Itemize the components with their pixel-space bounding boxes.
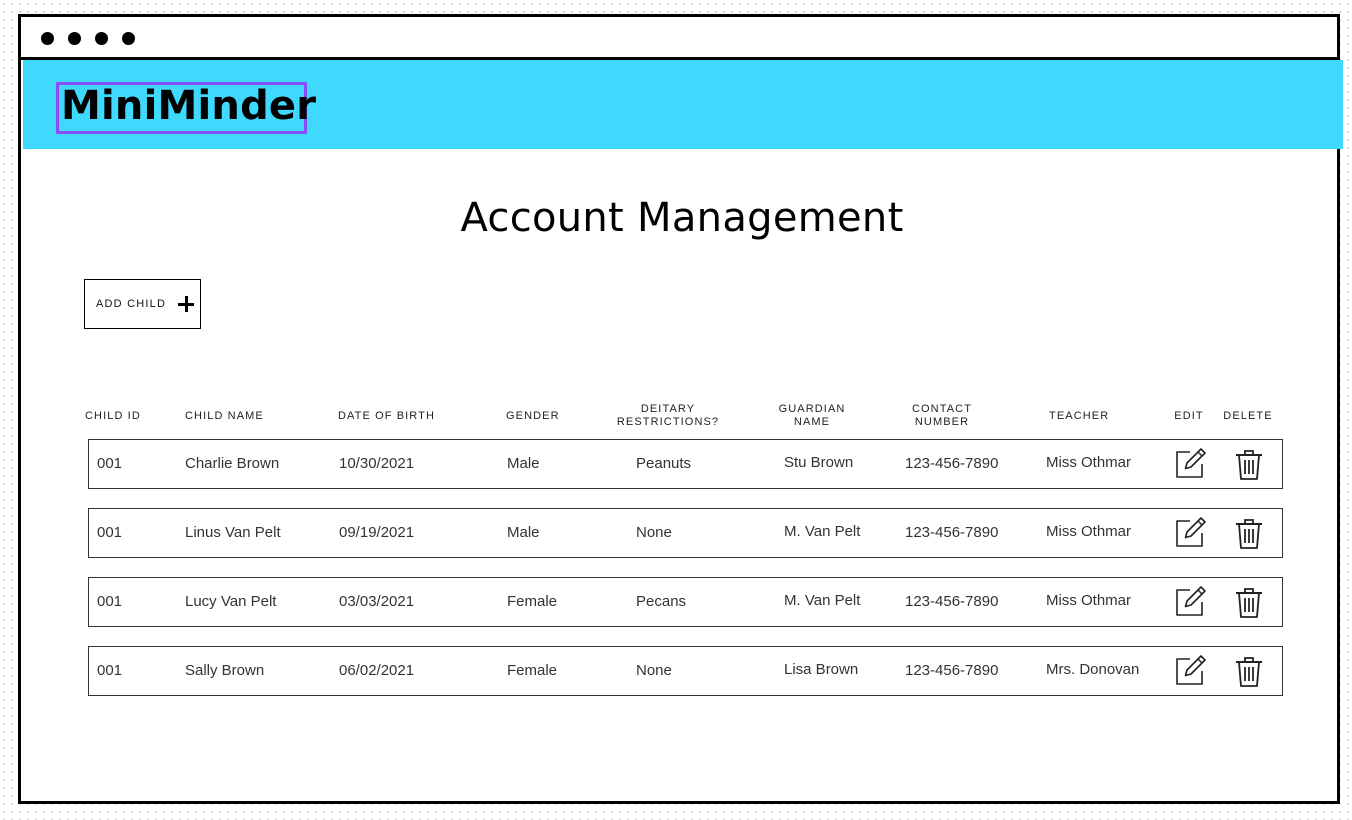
trash-icon[interactable] — [1231, 653, 1267, 689]
app-logo: MiniMinder — [61, 83, 317, 129]
cell-dob: 06/02/2021 — [339, 662, 415, 679]
column-header-line: TEACHER — [1049, 410, 1110, 422]
column-header-line: DELETE — [1223, 410, 1273, 422]
column-header-line: NAME — [793, 416, 831, 428]
logo-link[interactable]: MiniMinder — [56, 82, 316, 134]
cell-teacher: Mrs. Donovan — [1046, 661, 1140, 678]
cell-dob: 10/30/2021 — [339, 455, 415, 472]
table-row: 001 Lucy Van Pelt 03/03/2021 Female Pecans M.… — [88, 577, 1283, 627]
cell-teacher: Miss Othmar — [1046, 592, 1132, 609]
column-header-teacher: TEACHER — [1049, 410, 1109, 423]
column-header-child-name: CHILD NAME — [185, 410, 264, 423]
column-header-guardian: GUARDIAN NAME — [752, 403, 872, 429]
cell-dietary: Pecans — [636, 593, 687, 610]
cell-teacher: Miss Othmar — [1046, 454, 1132, 471]
table-row: 001 Sally Brown 06/02/2021 Female None Lisa B… — [88, 646, 1283, 696]
cell-contact: 123-456-7890 — [905, 662, 999, 679]
trash-icon[interactable] — [1231, 515, 1267, 551]
cell-guardian: Lisa Brown — [784, 661, 859, 678]
column-header-dob: DATE OF BIRTH — [338, 410, 435, 423]
cell-dietary: Peanuts — [636, 455, 692, 472]
cell-contact: 123-456-7890 — [905, 593, 999, 610]
edit-icon[interactable] — [1172, 584, 1208, 620]
app-header: MiniMinder — [23, 60, 1343, 149]
add-child-label: ADD CHILD — [96, 298, 167, 310]
cell-teacher: Miss Othmar — [1046, 523, 1132, 540]
cell-guardian: Stu Brown — [784, 454, 854, 471]
cell-child-id: 001 — [97, 524, 123, 541]
plus-icon — [178, 296, 195, 312]
cell-guardian: M. Van Pelt — [784, 592, 861, 609]
cell-dietary: None — [636, 524, 672, 541]
column-header-line: CHILD ID — [85, 410, 141, 422]
window-dot — [68, 32, 81, 45]
cell-dietary: None — [636, 662, 672, 679]
window-titlebar — [21, 17, 1337, 60]
cell-dob: 03/03/2021 — [339, 593, 415, 610]
cell-gender: Male — [507, 455, 540, 472]
cell-gender: Female — [507, 593, 558, 610]
column-header-line: GUARDIAN — [778, 403, 846, 415]
column-header-line: GENDER — [506, 410, 560, 422]
column-header-contact: CONTACT NUMBER — [882, 403, 1002, 429]
column-header-line: NUMBER — [914, 416, 970, 428]
column-header-delete: DELETE — [1188, 410, 1308, 423]
trash-icon[interactable] — [1231, 446, 1267, 482]
table-row: 001 Linus Van Pelt 09/19/2021 Male None M. Va… — [88, 508, 1283, 558]
edit-icon[interactable] — [1172, 515, 1208, 551]
edit-icon[interactable] — [1172, 653, 1208, 689]
cell-gender: Male — [507, 524, 540, 541]
page-title: Account Management — [460, 195, 904, 241]
column-header-gender: GENDER — [506, 410, 560, 423]
browser-window: MiniMinder Account Management ADD CHILD … — [18, 14, 1343, 804]
cell-child-name: Lucy Van Pelt — [185, 593, 277, 610]
cell-guardian: M. Van Pelt — [784, 523, 861, 540]
add-child-button[interactable]: ADD CHILD — [84, 279, 201, 329]
window-dots-icon — [41, 32, 135, 45]
column-header-line: RESTRICTIONS? — [616, 416, 720, 428]
window-dot — [41, 32, 54, 45]
cell-child-id: 001 — [97, 593, 123, 610]
table-row: 001 Charlie Brown 10/30/2021 Male Peanuts Stu… — [88, 439, 1283, 489]
column-header-child-id: CHILD ID — [85, 410, 141, 423]
cell-child-name: Sally Brown — [185, 662, 265, 679]
cell-child-name: Charlie Brown — [185, 455, 280, 472]
cell-dob: 09/19/2021 — [339, 524, 415, 541]
cell-contact: 123-456-7890 — [905, 524, 999, 541]
column-header-line: DATE OF BIRTH — [338, 410, 436, 422]
column-header-line: CHILD NAME — [185, 410, 264, 422]
column-header-dietary: DEITARY RESTRICTIONS? — [608, 403, 728, 429]
window-dot — [95, 32, 108, 45]
cell-child-name: Linus Van Pelt — [185, 524, 281, 541]
cell-gender: Female — [507, 662, 558, 679]
trash-icon[interactable] — [1231, 584, 1267, 620]
column-header-line: CONTACT — [911, 403, 973, 415]
edit-icon[interactable] — [1172, 446, 1208, 482]
column-header-line: DEITARY — [640, 403, 696, 415]
cell-child-id: 001 — [97, 662, 123, 679]
window-dot — [122, 32, 135, 45]
cell-contact: 123-456-7890 — [905, 455, 999, 472]
cell-child-id: 001 — [97, 455, 123, 472]
